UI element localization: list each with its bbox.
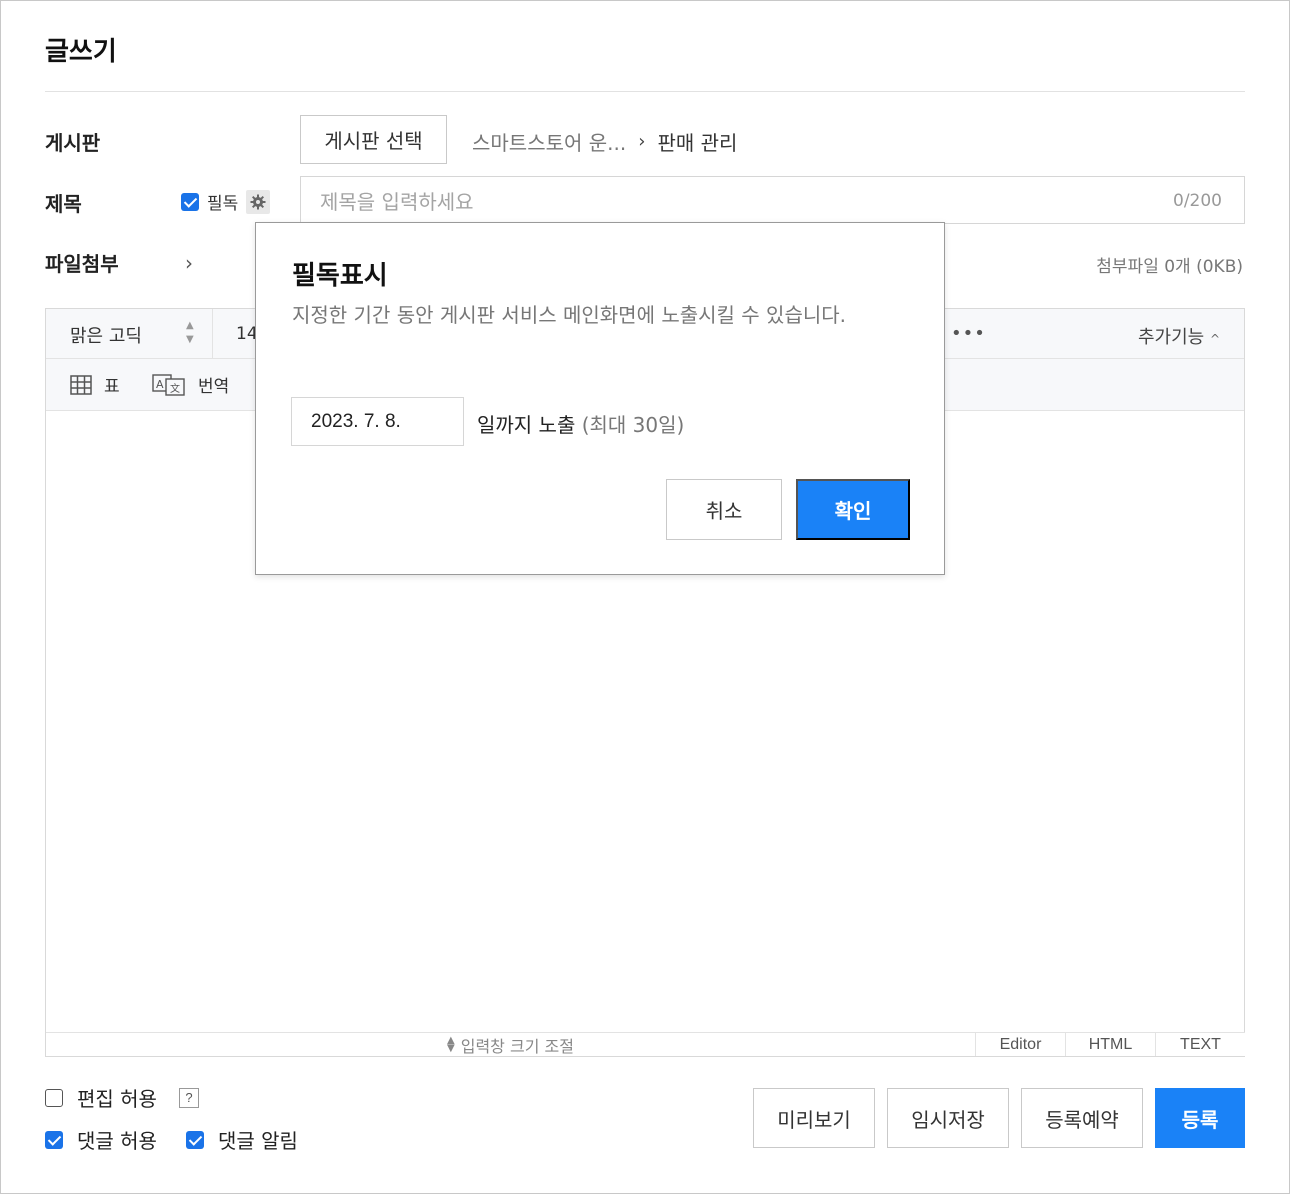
gear-icon[interactable] (246, 189, 271, 214)
comment-alert-checkbox[interactable] (186, 1130, 204, 1149)
translate-icon: A 文 (152, 373, 185, 396)
subject-counter: 0/200 (1173, 191, 1222, 211)
allow-comments-option: 댓글 허용 (45, 1125, 157, 1154)
date-input[interactable]: 2023. 7. 8. (291, 397, 464, 446)
tab-html[interactable]: HTML (1065, 1032, 1155, 1056)
submit-button[interactable]: 등록 (1155, 1088, 1245, 1148)
breadcrumb: 스마트스토어 운... › 판매 관리 (472, 127, 737, 156)
translate-tool-label: 번역 (198, 377, 230, 397)
confirm-button[interactable]: 확인 (796, 479, 910, 540)
attachment-info: 첨부파일 0개 (0KB) (1096, 257, 1243, 277)
resize-label: 입력창 크기 조절 (460, 1036, 574, 1056)
tab-editor[interactable]: Editor (975, 1032, 1065, 1056)
subject-placeholder: 제목을 입력하세요 (320, 189, 474, 214)
editor-mode-tabs: Editor HTML TEXT (975, 1032, 1245, 1056)
save-draft-button[interactable]: 임시저장 (887, 1088, 1009, 1148)
pin-label: 필독 (207, 194, 239, 214)
allow-edit-option: 편집 허용 ? (45, 1083, 199, 1112)
date-suffix: 일까지 노출 (최대 30일) (477, 409, 684, 438)
resize-handle[interactable]: ▲ ▼ 입력창 크기 조절 (46, 1032, 975, 1056)
allow-comments-label: 댓글 허용 (77, 1129, 157, 1153)
modal-description: 지정한 기간 동안 게시판 서비스 메인화면에 노출시킬 수 있습니다. (292, 303, 847, 327)
svg-text:文: 文 (170, 382, 180, 395)
cancel-button[interactable]: 취소 (666, 479, 782, 540)
extra-features-label: 추가기능 (1137, 327, 1205, 348)
title-divider (45, 91, 1245, 92)
allow-edit-checkbox[interactable] (45, 1088, 63, 1107)
comment-alert-label: 댓글 알림 (218, 1129, 298, 1153)
attachment-label: 파일첨부 (45, 252, 119, 276)
more-horizontal-icon[interactable]: ••• (951, 323, 986, 344)
table-tool-label: 표 (104, 377, 120, 397)
table-icon (70, 374, 92, 395)
schedule-button[interactable]: 등록예약 (1021, 1088, 1143, 1148)
subject-input[interactable]: 제목을 입력하세요 0/200 (300, 176, 1245, 224)
toolbar-divider (212, 309, 213, 359)
allow-edit-label: 편집 허용 (77, 1087, 157, 1111)
updown-arrows-icon[interactable]: ▲ ▼ (186, 319, 194, 347)
pin-option: 필독 (181, 189, 271, 214)
date-note: (최대 30일) (581, 413, 685, 437)
date-suffix-label: 일까지 노출 (477, 413, 576, 437)
board-label: 게시판 (45, 131, 101, 155)
translate-tool[interactable]: A 文 번역 (152, 372, 229, 397)
tab-text[interactable]: TEXT (1155, 1032, 1245, 1056)
help-icon[interactable]: ? (178, 1087, 199, 1108)
svg-text:A: A (156, 378, 164, 391)
page-title: 글쓰기 (45, 37, 117, 67)
chevron-up-icon: ^ (1209, 332, 1220, 346)
pin-checkbox[interactable] (181, 192, 199, 211)
font-family-select[interactable]: 맑은 고딕 (70, 322, 142, 348)
preview-button[interactable]: 미리보기 (753, 1088, 875, 1148)
extra-features-button[interactable]: 추가기능 ^ (1138, 323, 1220, 349)
subject-label: 제목 (45, 192, 82, 216)
write-page: 글쓰기 게시판 게시판 선택 스마트스토어 운... › 판매 관리 제목 필독 (0, 0, 1290, 1194)
board-select-button[interactable]: 게시판 선택 (300, 115, 447, 164)
table-tool[interactable]: 표 (70, 372, 120, 397)
allow-comments-checkbox[interactable] (45, 1130, 63, 1149)
chevron-right-icon: › (638, 131, 646, 152)
breadcrumb-parent: 스마트스토어 운... (472, 131, 627, 155)
resize-icon: ▲ ▼ (447, 1034, 455, 1054)
modal-title: 필독표시 (292, 261, 388, 291)
breadcrumb-current: 판매 관리 (657, 131, 738, 155)
pin-modal: 필독표시 지정한 기간 동안 게시판 서비스 메인화면에 노출시킬 수 있습니다… (255, 222, 945, 575)
chevron-right-icon[interactable]: › (185, 251, 193, 275)
comment-alert-option: 댓글 알림 (186, 1125, 298, 1154)
